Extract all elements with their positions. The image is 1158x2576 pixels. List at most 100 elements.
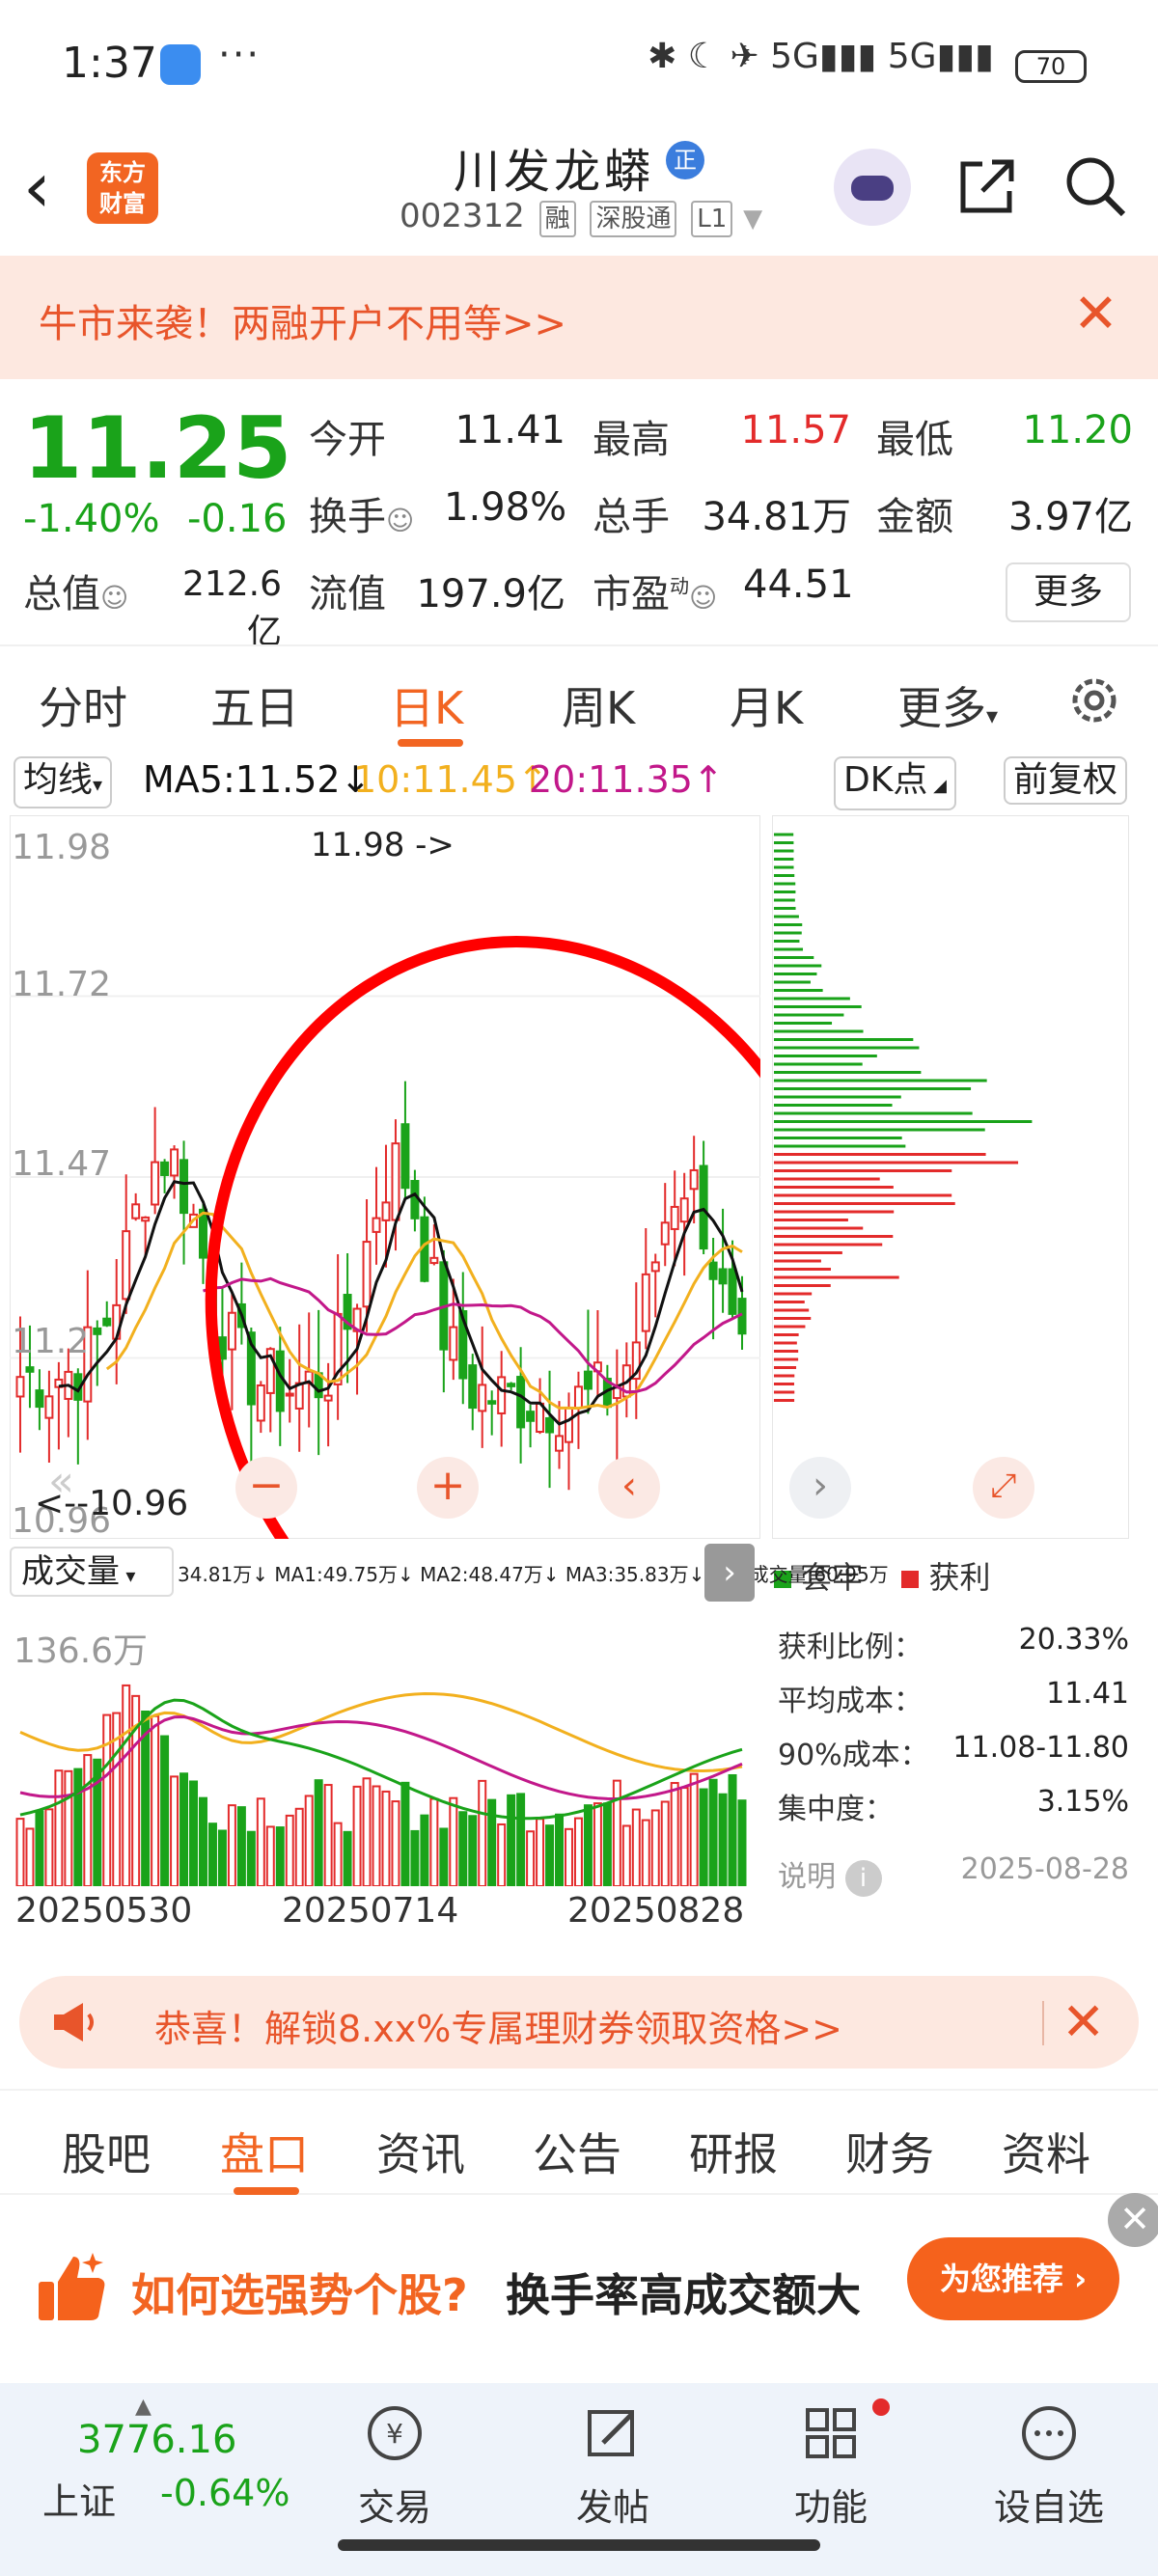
volume-bar (381, 1790, 391, 1886)
nav-label: 设自选 (993, 2486, 1104, 2529)
kline-chart[interactable] (9, 814, 857, 1698)
volume-bar (314, 1779, 323, 1886)
svg-text:¥: ¥ (386, 2418, 403, 2450)
dk-point-select[interactable]: DK点 ◢ (834, 756, 956, 810)
volume-bar (410, 1829, 420, 1886)
chip-row-avg-cost: 平均成本： 11.41 (778, 1677, 1129, 1719)
nav-trade[interactable]: ¥ 交易 (322, 2402, 467, 2531)
index-change[interactable]: -0.64% (160, 2472, 290, 2514)
app-logo[interactable]: 东方 财富 (87, 152, 158, 224)
active-tab-indicator (234, 2187, 299, 2195)
index-name[interactable]: 上证 (42, 2472, 116, 2525)
share-icon[interactable] (953, 152, 1021, 220)
nav-add-watchlist[interactable]: 设自选 (977, 2402, 1121, 2531)
more-icon (1022, 2406, 1076, 2460)
margin-promo-banner[interactable]: 牛市来袭！两融开户不用等>> ✕ (0, 256, 1158, 379)
zoom-in-icon[interactable]: + (417, 1457, 479, 1519)
candle-body (170, 1148, 179, 1177)
volume-bar (207, 1822, 217, 1886)
close-icon[interactable]: ✕ (1062, 1991, 1105, 2052)
candle-body (198, 1208, 207, 1259)
caret-down-icon: ▾ (93, 773, 103, 796)
edit-icon (588, 2410, 634, 2456)
recommend-button[interactable]: 为您推荐 › (907, 2237, 1119, 2320)
scroll-right-icon[interactable]: ‹ (598, 1457, 660, 1519)
tab-forum[interactable]: 股吧 (62, 2120, 151, 2183)
nav-label: 功能 (793, 2486, 868, 2529)
turnover-label[interactable]: 换手☺ (309, 485, 414, 541)
stock-code-row[interactable]: 002312 融 深股通 L1 ▼ (400, 197, 762, 237)
volume-bar (641, 1819, 650, 1886)
search-icon[interactable] (1062, 152, 1129, 220)
candle-body (718, 1268, 728, 1285)
info-icon: ☺ (386, 505, 415, 536)
amount-value: 3.97亿 (1007, 495, 1133, 539)
chevron-right-icon[interactable]: › (704, 1544, 755, 1602)
adjust-select[interactable]: 前复权 (1004, 756, 1128, 805)
active-tab-indicator (398, 739, 463, 747)
date-label-end: 20250828 (567, 1891, 745, 1931)
date-label-mid: 20250714 (282, 1891, 459, 1931)
app-root: 1:37 ··· ✱ ☾ ✈ 5G▮▮▮ 5G▮▮▮ 70 ‹ 东方 财富 川发… (0, 0, 1158, 2576)
volume-bar (323, 1784, 333, 1886)
volume-bar (564, 1827, 573, 1886)
stock-header: ‹ 东方 财富 川发龙蟒 正 002312 融 深股通 L1 ▼ (0, 125, 1158, 256)
tag-connect: 深股通 (590, 201, 677, 237)
volume-bar (265, 1825, 275, 1886)
tab-monthly-k[interactable]: 月K (730, 673, 803, 737)
volume-bar (151, 1714, 160, 1886)
close-icon[interactable]: ✕ (1073, 283, 1118, 345)
volume-bar (102, 1713, 112, 1886)
tab-weekly-k[interactable]: 周K (562, 673, 635, 737)
mktcap-label[interactable]: 总值☺ (23, 562, 128, 618)
tab-news[interactable]: 资讯 (376, 2120, 465, 2183)
tab-five-day[interactable]: 五日 (210, 673, 299, 737)
close-icon[interactable]: ✕ (1108, 2193, 1158, 2247)
tab-more[interactable]: 更多▾ (897, 673, 998, 737)
zoom-out-icon[interactable]: − (235, 1457, 297, 1519)
volume-indicator-select[interactable]: 成交量 ▾ (10, 1547, 174, 1597)
candle-body (25, 1366, 35, 1373)
candle-body (429, 1256, 439, 1265)
candle-body (545, 1416, 555, 1434)
ma-bar: 均线▾ MA5:11.52↓ 10:11.45↑ 20:11.35↑ DK点 ◢… (0, 753, 1158, 810)
logo-line2: 财富 (99, 190, 146, 217)
volume-bar (699, 1788, 708, 1886)
chip-distribution[interactable] (771, 814, 1130, 1540)
tab-orderbook[interactable]: 盘口 (220, 2120, 309, 2183)
volume-bar (400, 1781, 410, 1886)
nav-functions[interactable]: 功能 (758, 2398, 903, 2531)
chip-note[interactable]: 说明 i 2025-08-28 (778, 1852, 1129, 1897)
candle-body (573, 1385, 583, 1410)
axis-label-max: 11.98 (12, 828, 112, 867)
stock-picking-ad[interactable]: 如何选强势个股? 换手率高成交额大 为您推荐 › ✕ (0, 2193, 1158, 2381)
tab-daily-k[interactable]: 日K (390, 673, 463, 737)
finance-coupon-banner[interactable]: 恭喜！解锁8.xx%专属理财券领取资格>> ✕ (19, 1976, 1139, 2069)
tab-financials[interactable]: 财务 (845, 2120, 934, 2183)
tab-research[interactable]: 研报 (689, 2120, 778, 2183)
pe-label[interactable]: 市盈动☺ (593, 562, 717, 618)
volume-label: 成交量 (21, 1552, 120, 1591)
mktcap-label-text: 总值 (23, 572, 100, 617)
volume-bar (83, 1754, 93, 1886)
avg-line-select[interactable]: 均线▾ (14, 756, 113, 808)
volume-bar (718, 1793, 728, 1886)
stock-code: 002312 (400, 197, 525, 235)
tab-announcements[interactable]: 公告 (533, 2120, 621, 2183)
chip-label: 集中度： (778, 1793, 894, 1826)
assistant-robot-icon[interactable] (834, 149, 911, 226)
tab-intraday[interactable]: 分时 (39, 673, 127, 737)
volume-bar (593, 1802, 602, 1886)
more-quote-button[interactable]: 更多 (1006, 562, 1131, 622)
candle-body (487, 1400, 497, 1405)
tab-profile[interactable]: 资料 (1002, 2120, 1090, 2183)
candle-body (141, 1216, 151, 1222)
back-arrow-icon[interactable]: ‹ (23, 152, 51, 222)
scroll-left-icon[interactable]: « (48, 1457, 74, 1506)
nav-post[interactable]: 发帖 (540, 2402, 685, 2531)
volume-label: 总手 (593, 495, 670, 539)
index-value[interactable]: 3776.16 (77, 2418, 236, 2462)
turnover-label-text: 换手 (309, 495, 386, 539)
gear-icon[interactable] (1063, 670, 1125, 731)
volume-bar (122, 1684, 131, 1886)
